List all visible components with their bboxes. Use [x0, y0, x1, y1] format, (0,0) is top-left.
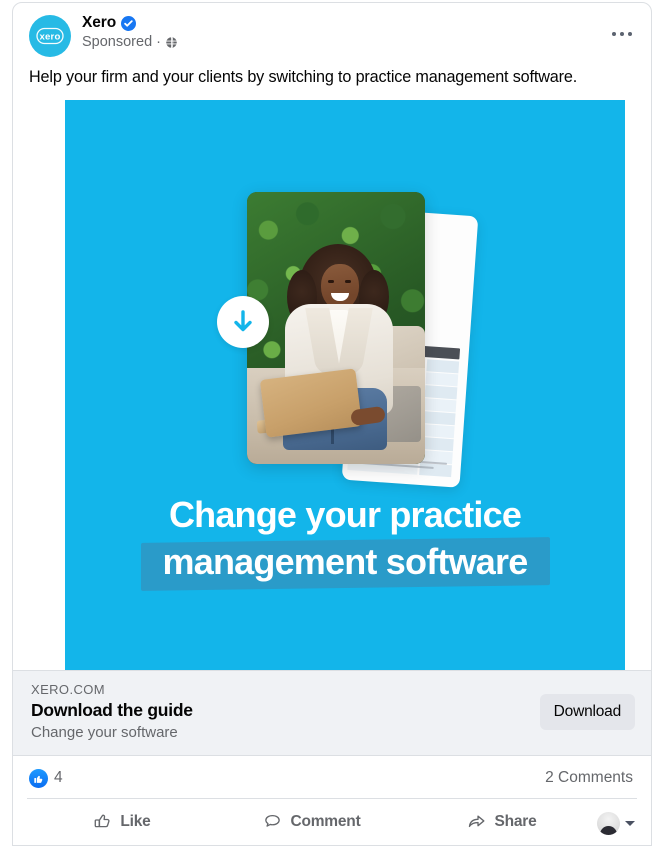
link-preview[interactable]: XERO.COM Download the guide Change your … [13, 670, 651, 757]
comments-count[interactable]: 2 Comments [545, 769, 633, 787]
headline-line-1: Change your practice [168, 494, 522, 536]
link-domain: XERO.COM [31, 681, 105, 697]
verified-badge-icon [121, 15, 137, 31]
engagement-summary: 4 2 Comments [13, 756, 651, 798]
smile [331, 293, 349, 302]
globe-icon [165, 36, 178, 49]
eye [345, 280, 351, 284]
page-avatar[interactable]: xero [29, 15, 71, 57]
share-button[interactable]: Share [407, 803, 597, 841]
reactions-summary[interactable]: 4 [29, 768, 63, 788]
facebook-post-card: xero Xero Sponsored · Help your firm and… [12, 2, 652, 846]
svg-text:xero: xero [39, 32, 60, 43]
like-reaction-icon [29, 768, 48, 788]
post-header: xero Xero Sponsored · [13, 3, 651, 65]
post-options-button[interactable] [605, 17, 639, 51]
post-meta-row: Sponsored · [82, 34, 605, 50]
sponsored-label[interactable]: Sponsored [82, 34, 152, 50]
share-arrow-icon [469, 815, 485, 828]
like-button-label: Like [120, 812, 151, 830]
comment-button-label: Comment [290, 812, 361, 830]
ellipsis-dot [611, 31, 617, 37]
lapel [337, 308, 373, 375]
share-button-label: Share [494, 812, 537, 830]
headline-line-2-wrapper: management software [140, 537, 550, 591]
xero-logo-icon: xero [29, 15, 71, 57]
comment-bubble-icon [265, 815, 281, 827]
download-arrow-icon [217, 296, 269, 349]
woman-with-laptop-photo [247, 192, 425, 465]
eye [328, 280, 334, 284]
page-name-row: Xero [82, 14, 605, 32]
headline-line-2: management software [162, 540, 529, 582]
meta-separator: · [156, 33, 161, 50]
link-description: Change your software [31, 723, 178, 741]
creative-headline: Change your practice management software [65, 494, 625, 591]
link-preview-text: XERO.COM Download the guide Change your … [31, 682, 540, 743]
thumbs-up-icon [95, 814, 110, 828]
laptop [259, 368, 363, 438]
post-header-text: Xero Sponsored · [82, 13, 605, 50]
ad-creative-canvas: Change your practice management software [65, 100, 625, 671]
link-title[interactable]: Download the guide [31, 699, 540, 722]
page-name[interactable]: Xero [82, 14, 116, 32]
lapel [305, 308, 341, 375]
post-message: Help your firm and your clients by switc… [29, 68, 578, 86]
user-avatar-icon [597, 812, 620, 836]
chevron-down-icon [625, 820, 635, 826]
ad-creative[interactable]: Change your practice management software [13, 100, 651, 671]
like-button[interactable]: Like [27, 803, 217, 841]
post-action-bar: Like Comment Share [27, 798, 637, 844]
download-button[interactable]: Download [539, 694, 635, 731]
comment-button[interactable]: Comment [217, 803, 407, 841]
reaction-count: 4 [54, 769, 63, 787]
ellipsis-dot [619, 31, 625, 37]
profile-switcher[interactable] [597, 808, 637, 836]
ellipsis-dot [627, 31, 633, 37]
